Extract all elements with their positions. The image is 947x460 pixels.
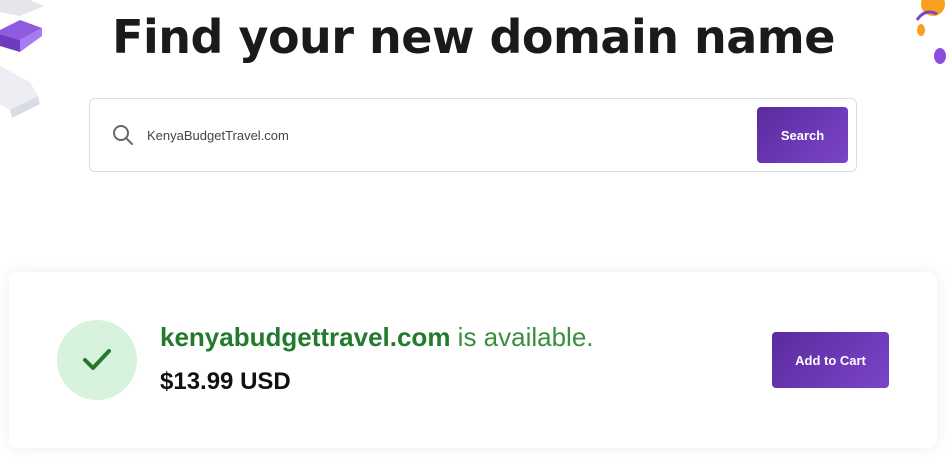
domain-search-page: Find your new domain name Search kenyabu…	[0, 0, 947, 460]
availability-message: kenyabudgettravel.com is available.	[160, 322, 594, 353]
add-to-cart-button[interactable]: Add to Cart	[772, 332, 889, 388]
availability-status-text: is available.	[450, 322, 594, 352]
result-domain-name: kenyabudgettravel.com	[160, 322, 451, 352]
domain-search-input[interactable]	[147, 121, 747, 149]
search-button[interactable]: Search	[757, 107, 848, 163]
availability-status-badge	[57, 320, 137, 400]
domain-price: $13.99 USD	[160, 368, 291, 395]
checkmark-icon	[83, 349, 111, 370]
search-icon	[113, 125, 133, 145]
domain-search-bar: Search	[89, 98, 857, 172]
domain-result-card: kenyabudgettravel.com is available. $13.…	[9, 272, 937, 448]
page-title: Find your new domain name	[112, 10, 835, 64]
